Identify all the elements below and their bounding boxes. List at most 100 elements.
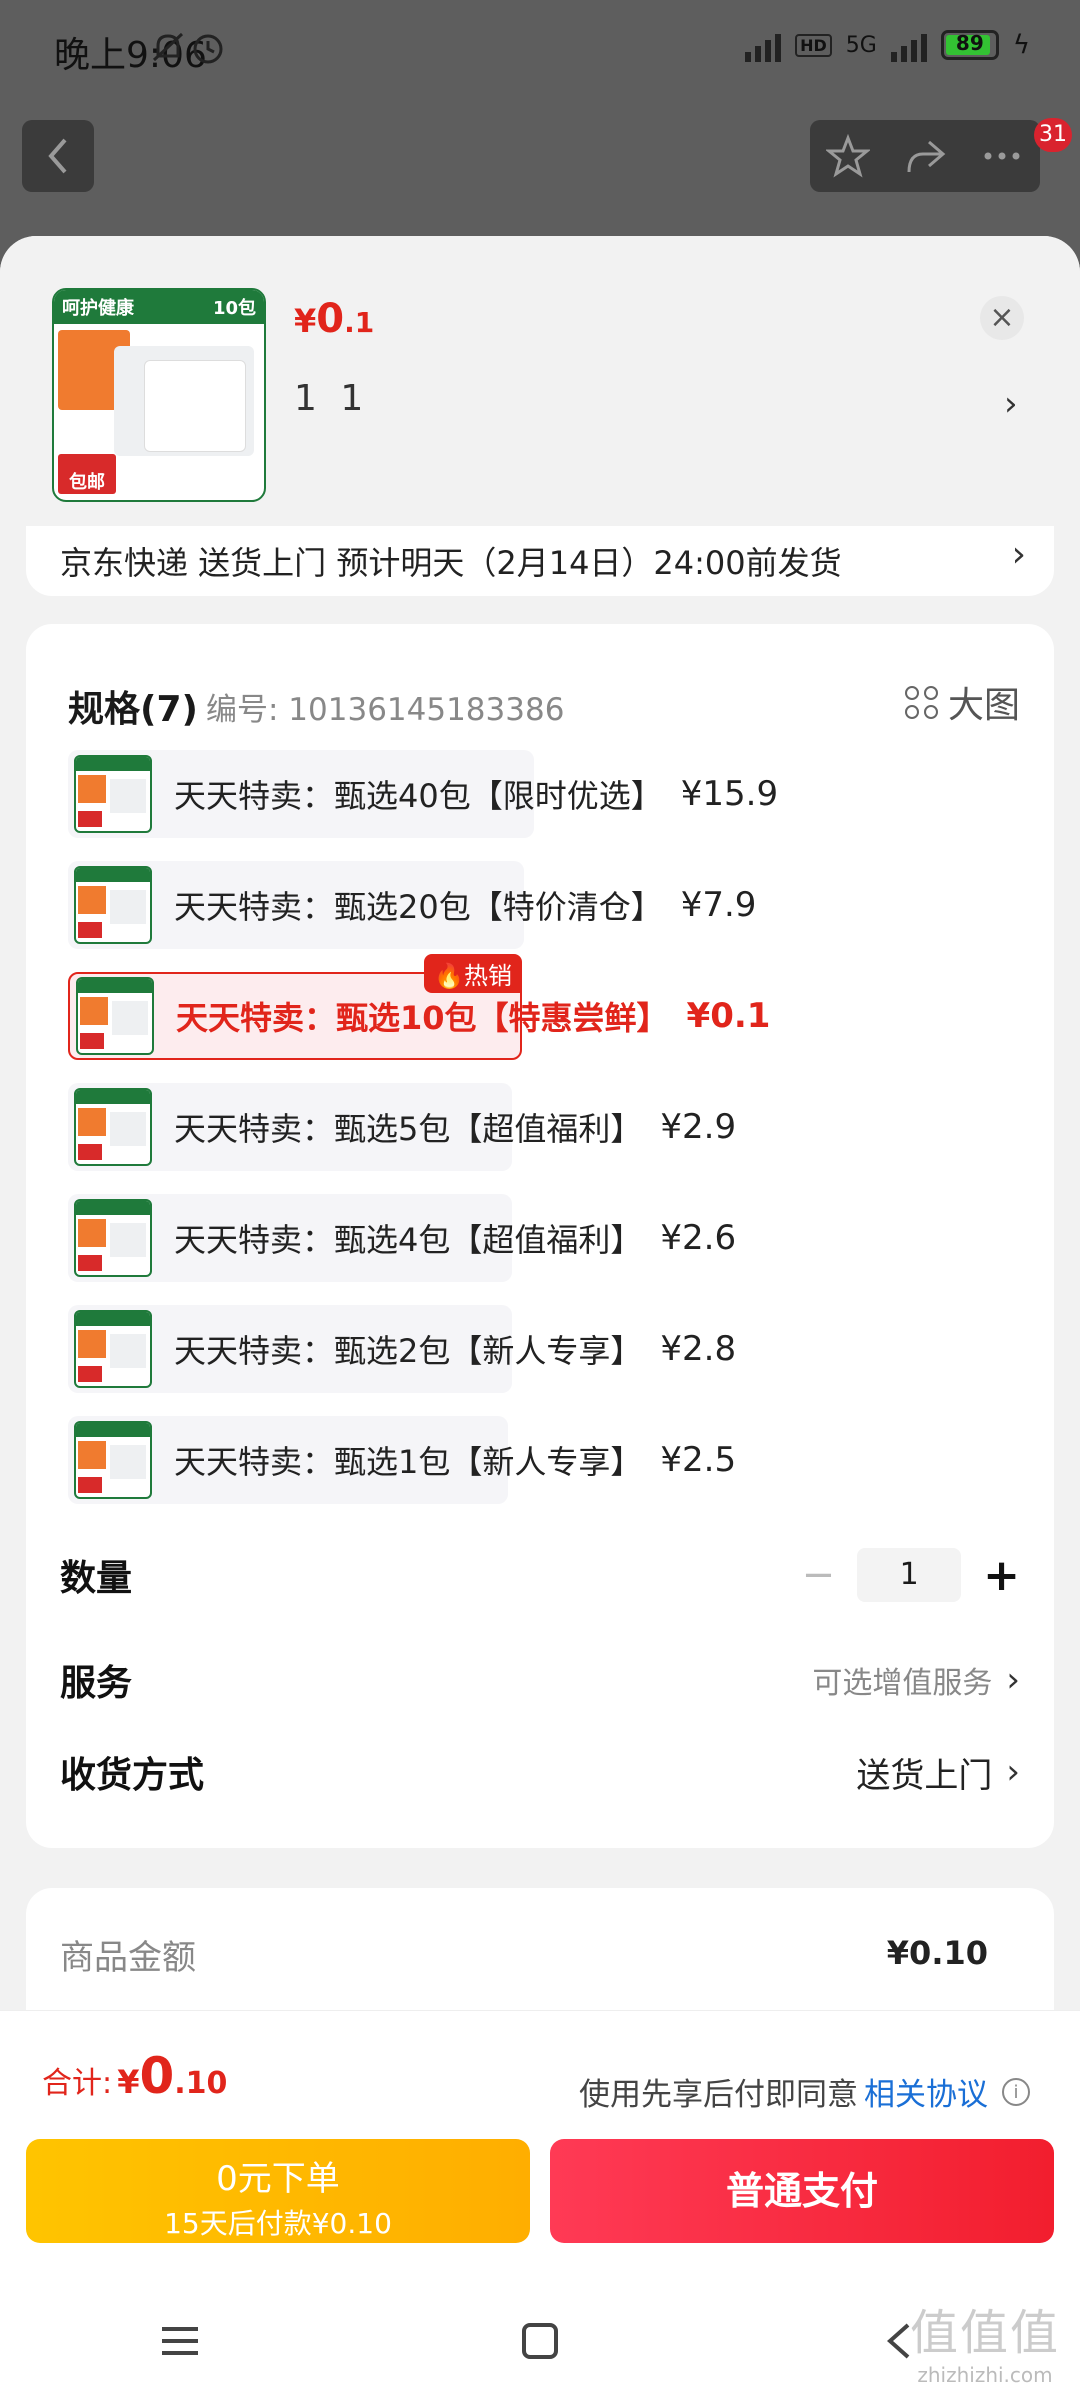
spec-option[interactable]: 天天特卖：甄选1包【新人专享】 ¥2.5 bbox=[68, 1416, 736, 1504]
service-value: 可选增值服务 › bbox=[812, 1658, 1020, 1702]
watermark-small: zhizhizhi.com bbox=[917, 2363, 1053, 2387]
spec-option-thumbnail bbox=[74, 1421, 152, 1499]
service-value-text: 可选增值服务 bbox=[812, 1666, 993, 1701]
signal-icon bbox=[745, 28, 782, 62]
spec-option-thumbnail bbox=[74, 866, 152, 944]
delivery-value: 送货上门 › bbox=[856, 1748, 1020, 1797]
spec-option-thumbnail bbox=[74, 755, 152, 833]
big-view-label: 大图 bbox=[947, 685, 1020, 726]
spec-option-price: ¥2.8 bbox=[660, 1329, 737, 1369]
notification-badge: 31 bbox=[1034, 118, 1072, 152]
hot-sale-badge: 🔥热销 bbox=[424, 954, 522, 993]
spec-option-price: ¥2.6 bbox=[660, 1218, 737, 1258]
summary-chevron-icon[interactable]: › bbox=[1004, 384, 1018, 424]
spec-option-price: ¥2.9 bbox=[660, 1107, 737, 1147]
status-bar: 晚上9:06 HD 5G 89 ϟ bbox=[0, 0, 1080, 100]
service-row[interactable]: 服务 可选增值服务 › bbox=[60, 1654, 1020, 1706]
charging-icon: ϟ bbox=[1012, 30, 1030, 60]
thumb-banner: 呵护健康 10包 bbox=[54, 290, 264, 324]
price-int: 0 bbox=[316, 296, 345, 342]
thumb-tag: 包邮 bbox=[58, 454, 116, 494]
total-price: 合计: ¥0.10 bbox=[42, 2047, 227, 2105]
spec-option[interactable]: 天天特卖：甄选10包【特惠尝鲜】 ¥0.1 🔥热销 bbox=[68, 954, 770, 1060]
signal-icon-2 bbox=[890, 28, 927, 62]
sheet-header: 呵护健康 10包 包邮 ¥0.1 1 1 × › bbox=[0, 236, 1080, 526]
agreement-link[interactable]: 相关协议 bbox=[864, 2069, 988, 2114]
spec-title: 规格(7) bbox=[68, 689, 198, 730]
back-button[interactable] bbox=[22, 120, 94, 192]
spec-option-thumbnail bbox=[74, 1088, 152, 1166]
shipping-text: 京东快递 送货上门 预计明天（2月14日）24:00前发货 bbox=[60, 544, 842, 582]
chevron-right-icon: › bbox=[1006, 1752, 1020, 1792]
spec-option-label: 天天特卖：甄选10包【特惠尝鲜】 bbox=[176, 999, 669, 1037]
thumb-tissue-box-2 bbox=[144, 360, 246, 452]
spec-code: 编号: 10136145183386 bbox=[206, 692, 565, 728]
price-currency: ¥ bbox=[294, 302, 317, 340]
quantity-input[interactable]: 1 bbox=[857, 1548, 962, 1602]
product-thumbnail[interactable]: 呵护健康 10包 包邮 bbox=[52, 288, 266, 502]
star-icon[interactable] bbox=[826, 134, 871, 178]
selected-price: ¥0.1 bbox=[294, 296, 374, 342]
hot-sale-label: 热销 bbox=[464, 962, 512, 990]
service-label: 服务 bbox=[60, 1663, 133, 1704]
spec-option-label: 天天特卖：甄选20包【特价清仓】 bbox=[174, 888, 663, 926]
spec-option-thumbnail bbox=[74, 1310, 152, 1388]
watermark-big: 值值值 bbox=[909, 2305, 1060, 2361]
quantity-row: 数量 − 1 + bbox=[60, 1548, 1020, 1602]
battery-icon: 89 bbox=[940, 30, 999, 60]
spec-option[interactable]: 天天特卖：甄选4包【超值福利】 ¥2.6 bbox=[68, 1194, 736, 1282]
fire-icon: 🔥 bbox=[434, 962, 464, 990]
increase-button[interactable]: + bbox=[983, 1550, 1020, 1601]
close-button[interactable]: × bbox=[980, 296, 1024, 340]
spec-option-label: 天天特卖：甄选40包【限时优选】 bbox=[174, 777, 663, 815]
hd-icon: HD bbox=[795, 33, 832, 57]
spec-option[interactable]: 天天特卖：甄选40包【限时优选】 ¥15.9 bbox=[68, 750, 778, 838]
amount-label: 商品金额 bbox=[60, 1938, 196, 1978]
delivery-label: 收货方式 bbox=[60, 1755, 205, 1796]
top-actions bbox=[810, 120, 1040, 192]
chevron-right-icon: › bbox=[1006, 1660, 1020, 1700]
battery-level: 89 bbox=[955, 31, 984, 55]
pay-later-button[interactable]: 0元下单 15天后付款¥0.10 bbox=[26, 2139, 530, 2243]
spec-option-label: 天天特卖：甄选5包【超值福利】 bbox=[174, 1110, 643, 1148]
total-dec: .10 bbox=[174, 2066, 228, 2101]
amount-value: ¥0.10 bbox=[886, 1934, 988, 1972]
menu-icon[interactable] bbox=[158, 2321, 202, 2361]
big-view-button[interactable]: 大图 bbox=[904, 676, 1020, 728]
spec-option[interactable]: 天天特卖：甄选20包【特价清仓】 ¥7.9 bbox=[68, 861, 756, 949]
total-label: 合计: bbox=[42, 2066, 113, 2101]
decrease-button[interactable]: − bbox=[802, 1552, 836, 1598]
checkout-bar: 合计: ¥0.10 使用先享后付即同意 相关协议 i 0元下单 15天后付款¥0… bbox=[0, 2010, 1080, 2401]
spec-option-label: 天天特卖：甄选4包【超值福利】 bbox=[174, 1221, 643, 1259]
chevron-left-icon bbox=[48, 138, 67, 174]
pay-button[interactable]: 普通支付 bbox=[550, 2139, 1054, 2243]
chevron-right-icon: › bbox=[1011, 534, 1026, 575]
spec-option-thumbnail bbox=[76, 977, 154, 1055]
pay-later-subtitle: 15天后付款¥0.10 bbox=[164, 2207, 392, 2240]
spec-option-thumbnail bbox=[74, 1199, 152, 1277]
spec-option-price: ¥0.1 bbox=[686, 996, 771, 1036]
spec-option-price: ¥15.9 bbox=[680, 774, 779, 814]
total-int: 0 bbox=[139, 2047, 175, 2105]
delivery-value-text: 送货上门 bbox=[856, 1755, 993, 1796]
quantity-stepper: − 1 + bbox=[802, 1548, 1020, 1602]
home-icon[interactable] bbox=[518, 2319, 562, 2363]
agreement-text: 使用先享后付即同意 相关协议 i bbox=[579, 2069, 1030, 2114]
info-icon[interactable]: i bbox=[1002, 2077, 1030, 2106]
quantity-label: 数量 bbox=[60, 1558, 133, 1599]
watermark: 值值值 zhizhizhi.com bbox=[910, 2293, 1060, 2387]
agreement-prefix: 使用先享后付即同意 bbox=[579, 2077, 858, 2113]
share-icon[interactable] bbox=[903, 134, 947, 178]
spec-option[interactable]: 天天特卖：甄选5包【超值福利】 ¥2.9 bbox=[68, 1083, 736, 1171]
total-currency: ¥ bbox=[117, 2063, 140, 2101]
thumb-banner-text: 呵护健康 bbox=[62, 298, 134, 319]
more-icon[interactable] bbox=[980, 134, 1024, 178]
mute-bell-icon bbox=[152, 32, 223, 64]
grid-icon bbox=[904, 685, 938, 719]
spec-card: 规格(7) 编号: 10136145183386 大图 天天特卖：甄选40包【限… bbox=[26, 624, 1054, 1848]
spec-option-label: 天天特卖：甄选1包【新人专享】 bbox=[174, 1443, 643, 1481]
spec-option-price: ¥2.5 bbox=[660, 1440, 737, 1480]
network-label: 5G bbox=[845, 32, 877, 58]
delivery-row[interactable]: 收货方式 送货上门 › bbox=[60, 1746, 1020, 1798]
spec-option[interactable]: 天天特卖：甄选2包【新人专享】 ¥2.8 bbox=[68, 1305, 736, 1393]
